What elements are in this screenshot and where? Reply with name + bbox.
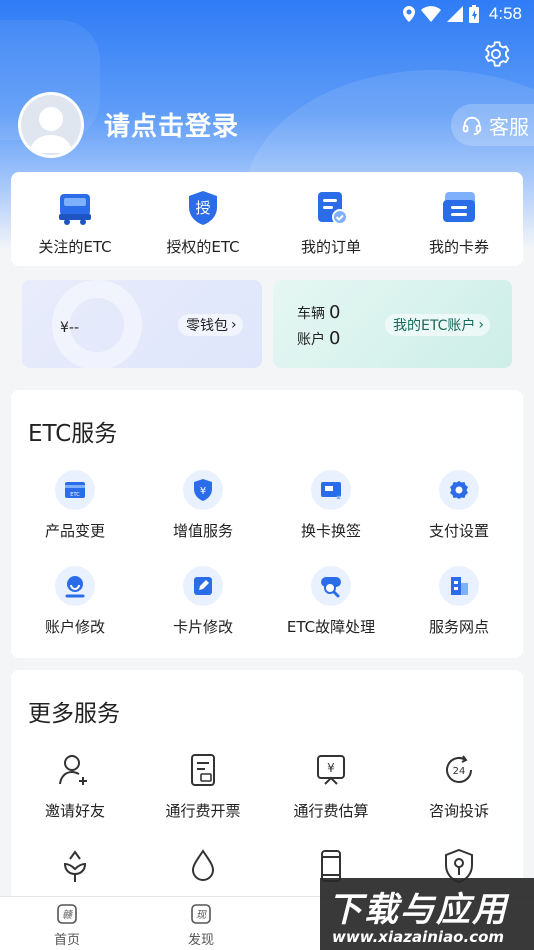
24h-service-icon: 24	[446, 755, 472, 783]
service-consult-complaint[interactable]: 24 咨询投诉	[395, 750, 523, 846]
service-product-change[interactable]: ETC 产品变更	[11, 470, 139, 566]
service-label: 咨询投诉	[428, 802, 489, 820]
service-label: 增值服务	[172, 522, 233, 540]
customer-service-label: 客服	[489, 114, 529, 139]
chevron-right-icon: ›	[478, 317, 484, 333]
account-count: 0	[329, 328, 341, 349]
vehicle-label: 车辆	[297, 306, 325, 322]
service-invite-friends[interactable]: 邀请好友	[11, 750, 139, 846]
water-drop-icon	[191, 849, 215, 881]
location-icon	[402, 6, 415, 22]
signal-icon	[446, 6, 463, 22]
status-time: 4:58	[488, 4, 522, 23]
watermark-url: www.xiazainiao.com	[332, 928, 505, 946]
avatar[interactable]	[18, 92, 84, 158]
service-label: 邀请好友	[44, 802, 105, 820]
vehicle-count: 0	[329, 302, 341, 323]
nav-home-label: 首页	[53, 933, 80, 948]
quick-action-authorized-etc[interactable]: 授 授权的ETC	[139, 172, 267, 266]
etc-card-icon: ETC	[55, 470, 95, 510]
chevron-right-icon: ›	[231, 317, 237, 333]
account-count-row: 账户 0	[297, 328, 340, 349]
coupon-card-icon	[443, 192, 475, 222]
service-label: 通行费估算	[293, 802, 369, 820]
wifi-icon	[420, 6, 441, 22]
more-services-title: 更多服务	[28, 701, 120, 727]
watermark-overlay: 下载与应用 www.xiazainiao.com	[320, 878, 534, 950]
quick-action-label: 我的订单	[300, 238, 361, 256]
quick-action-label: 关注的ETC	[38, 238, 112, 256]
svg-text:¥: ¥	[200, 486, 206, 497]
card-edit-icon	[183, 566, 223, 606]
service-label: 产品变更	[44, 522, 105, 540]
quick-action-followed-etc[interactable]: 关注的ETC	[11, 172, 139, 266]
svg-text:24: 24	[453, 766, 466, 777]
service-label: 卡片修改	[172, 618, 233, 636]
login-prompt[interactable]: 请点击登录	[104, 106, 239, 143]
svg-text:ETC: ETC	[70, 492, 80, 498]
quick-action-my-orders[interactable]: 我的订单	[267, 172, 395, 266]
service-label: 支付设置	[428, 522, 489, 540]
user-edit-icon	[55, 566, 95, 606]
invoice-icon	[191, 754, 215, 786]
etc-services-section: ETC服务 ETC 产品变更 ¥ 增值服务 换卡换签 支付设置 账户修改 卡片修…	[11, 390, 523, 658]
service-toll-estimate[interactable]: ¥ 通行费估算	[267, 750, 395, 846]
service-account-edit[interactable]: 账户修改	[11, 566, 139, 662]
wallet-card[interactable]: ¥-- 零钱包 ›	[22, 280, 262, 368]
nav-discover[interactable]: 现 发现	[134, 897, 268, 950]
service-card-edit[interactable]: 卡片修改	[139, 566, 267, 662]
svg-text:授: 授	[195, 199, 210, 217]
default-avatar-icon	[29, 107, 73, 153]
home-icon: 赣	[57, 904, 77, 924]
wallet-label: 零钱包	[186, 318, 228, 334]
service-label: 通行费开票	[165, 802, 241, 820]
battery-icon	[468, 5, 479, 23]
svg-text:赣: 赣	[62, 909, 74, 921]
service-label: ETC故障处理	[286, 618, 376, 636]
service-label: 服务网点	[428, 618, 489, 636]
truck-icon	[59, 194, 91, 225]
wallet-amount: ¥--	[60, 320, 80, 336]
service-toll-invoice[interactable]: 通行费开票	[139, 750, 267, 846]
etc-account-card[interactable]: 车辆 0 账户 0 我的ETC账户 ›	[273, 280, 512, 368]
add-user-icon	[59, 755, 87, 785]
my-etc-account-link[interactable]: 我的ETC账户 ›	[385, 314, 490, 336]
vehicle-count-row: 车辆 0	[297, 302, 340, 323]
quick-action-label: 授权的ETC	[166, 238, 240, 256]
service-label: 换卡换签	[300, 522, 361, 540]
watermark-title: 下载与应用	[328, 890, 508, 930]
settings-gear-icon[interactable]	[482, 40, 510, 68]
authorize-shield-icon: 授	[189, 191, 217, 225]
quick-actions-card: 关注的ETC 授 授权的ETC 我的订单 我的卡券	[11, 172, 523, 266]
svg-text:现: 现	[196, 910, 207, 921]
card-swap-icon	[311, 470, 351, 510]
service-outlets[interactable]: 服务网点	[395, 566, 523, 662]
building-icon	[439, 566, 479, 606]
service-etc-fault[interactable]: ETC故障处理	[267, 566, 395, 662]
quick-action-my-coupons[interactable]: 我的卡券	[395, 172, 523, 266]
nav-discover-label: 发现	[187, 933, 214, 948]
customer-service-button[interactable]: 客服	[451, 104, 534, 146]
headset-icon	[462, 116, 482, 136]
my-etc-account-label: 我的ETC账户	[393, 318, 476, 334]
flower-icon	[63, 850, 87, 882]
toll-estimate-icon: ¥	[317, 755, 345, 785]
search-repair-icon	[311, 566, 351, 606]
etc-services-grid: ETC 产品变更 ¥ 增值服务 换卡换签 支付设置 账户修改 卡片修改 ETC故…	[11, 470, 523, 662]
wallet-link[interactable]: 零钱包 ›	[178, 314, 243, 336]
service-card-swap[interactable]: 换卡换签	[267, 470, 395, 566]
svg-text:¥: ¥	[327, 761, 335, 775]
status-bar: 4:58	[0, 0, 534, 28]
account-label: 账户	[297, 332, 325, 348]
order-document-icon	[318, 192, 348, 225]
quick-action-label: 我的卡券	[428, 238, 489, 256]
gear-icon	[439, 470, 479, 510]
etc-services-title: ETC服务	[28, 421, 118, 447]
discover-icon: 现	[191, 904, 211, 924]
yen-shield-icon: ¥	[183, 470, 223, 510]
service-payment-settings[interactable]: 支付设置	[395, 470, 523, 566]
nav-home[interactable]: 赣 首页	[0, 897, 134, 950]
service-label: 账户修改	[44, 618, 105, 636]
service-value-added[interactable]: ¥ 增值服务	[139, 470, 267, 566]
